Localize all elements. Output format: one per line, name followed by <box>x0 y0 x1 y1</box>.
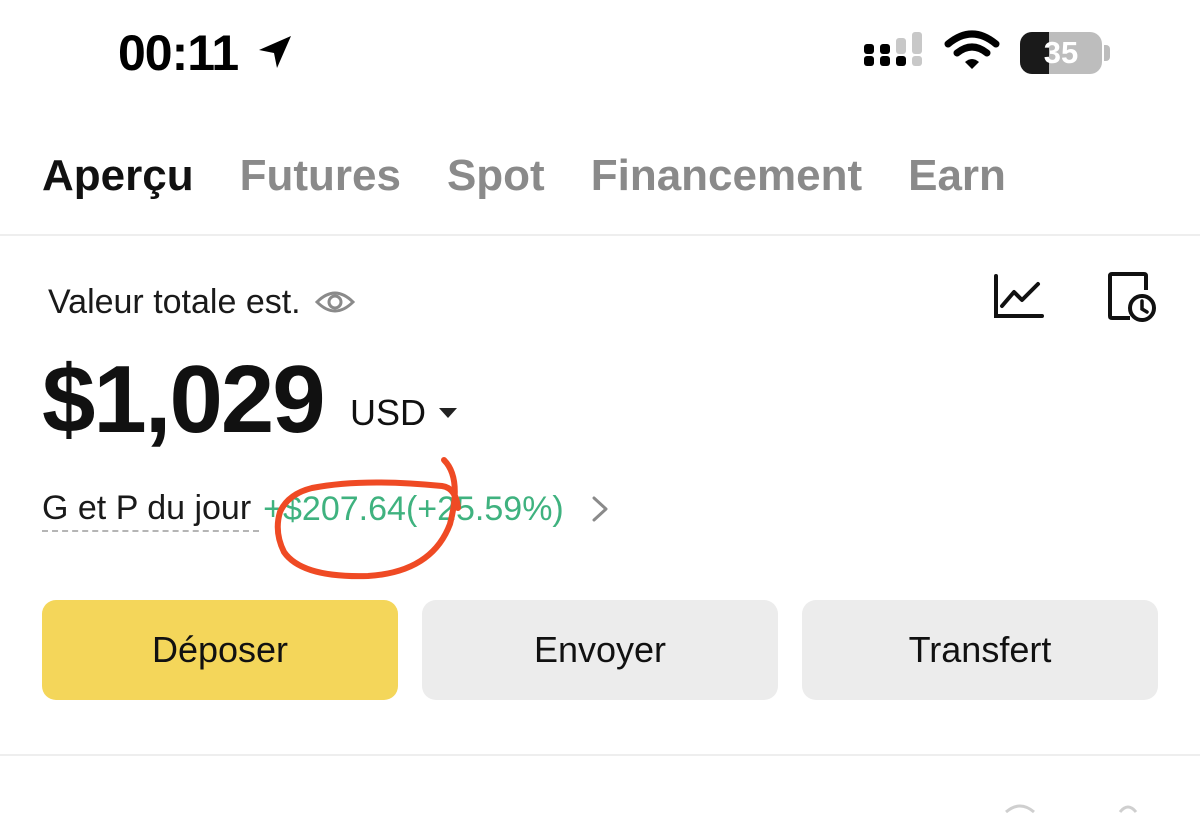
total-value-header: Valeur totale est. <box>48 280 355 324</box>
tab-earn[interactable]: Earn <box>908 148 1006 204</box>
line-chart-icon[interactable] <box>990 272 1046 322</box>
section-divider <box>0 754 1200 756</box>
tab-apercu[interactable]: Aperçu <box>42 148 194 204</box>
currency-label: USD <box>350 392 427 433</box>
chevron-right-icon <box>592 496 608 522</box>
currency-selector[interactable]: USD <box>350 390 458 436</box>
cellular-signal-icon <box>864 32 922 66</box>
daily-pnl-value: +$207.64 <box>263 490 406 528</box>
battery-percentage: 35 <box>1043 35 1079 70</box>
tab-spot[interactable]: Spot <box>447 148 545 204</box>
battery-body: 35 <box>1020 32 1102 74</box>
tab-futures[interactable]: Futures <box>240 148 401 204</box>
status-bar: 00:11 35 <box>0 0 1200 100</box>
daily-pnl-percent: (+25.59%) <box>405 490 564 528</box>
wifi-icon <box>944 30 1000 69</box>
caret-down-icon <box>439 408 458 418</box>
battery-icon: 35 <box>1020 32 1112 74</box>
transfer-button[interactable]: Transfert <box>802 600 1158 700</box>
total-balance-amount: $1,029 <box>42 346 326 453</box>
status-time: 00:11 <box>118 25 239 81</box>
battery-cap <box>1104 45 1110 61</box>
daily-pnl-label: G et P du jour <box>42 486 260 532</box>
partial-icons-row <box>1005 804 1138 813</box>
eye-icon[interactable] <box>314 288 355 316</box>
asset-tabs: Aperçu Futures Spot Financement Earn <box>42 148 1006 204</box>
tab-financement[interactable]: Financement <box>591 148 862 204</box>
tabs-divider <box>0 234 1200 236</box>
total-value-label: Valeur totale est. <box>48 282 301 321</box>
deposit-button[interactable]: Déposer <box>42 600 398 700</box>
location-arrow-icon <box>259 36 291 68</box>
send-button[interactable]: Envoyer <box>422 600 778 700</box>
daily-pnl-row[interactable]: G et P du jour +$207.64 (+25.59%) <box>42 486 612 532</box>
history-icon[interactable] <box>1106 270 1158 326</box>
